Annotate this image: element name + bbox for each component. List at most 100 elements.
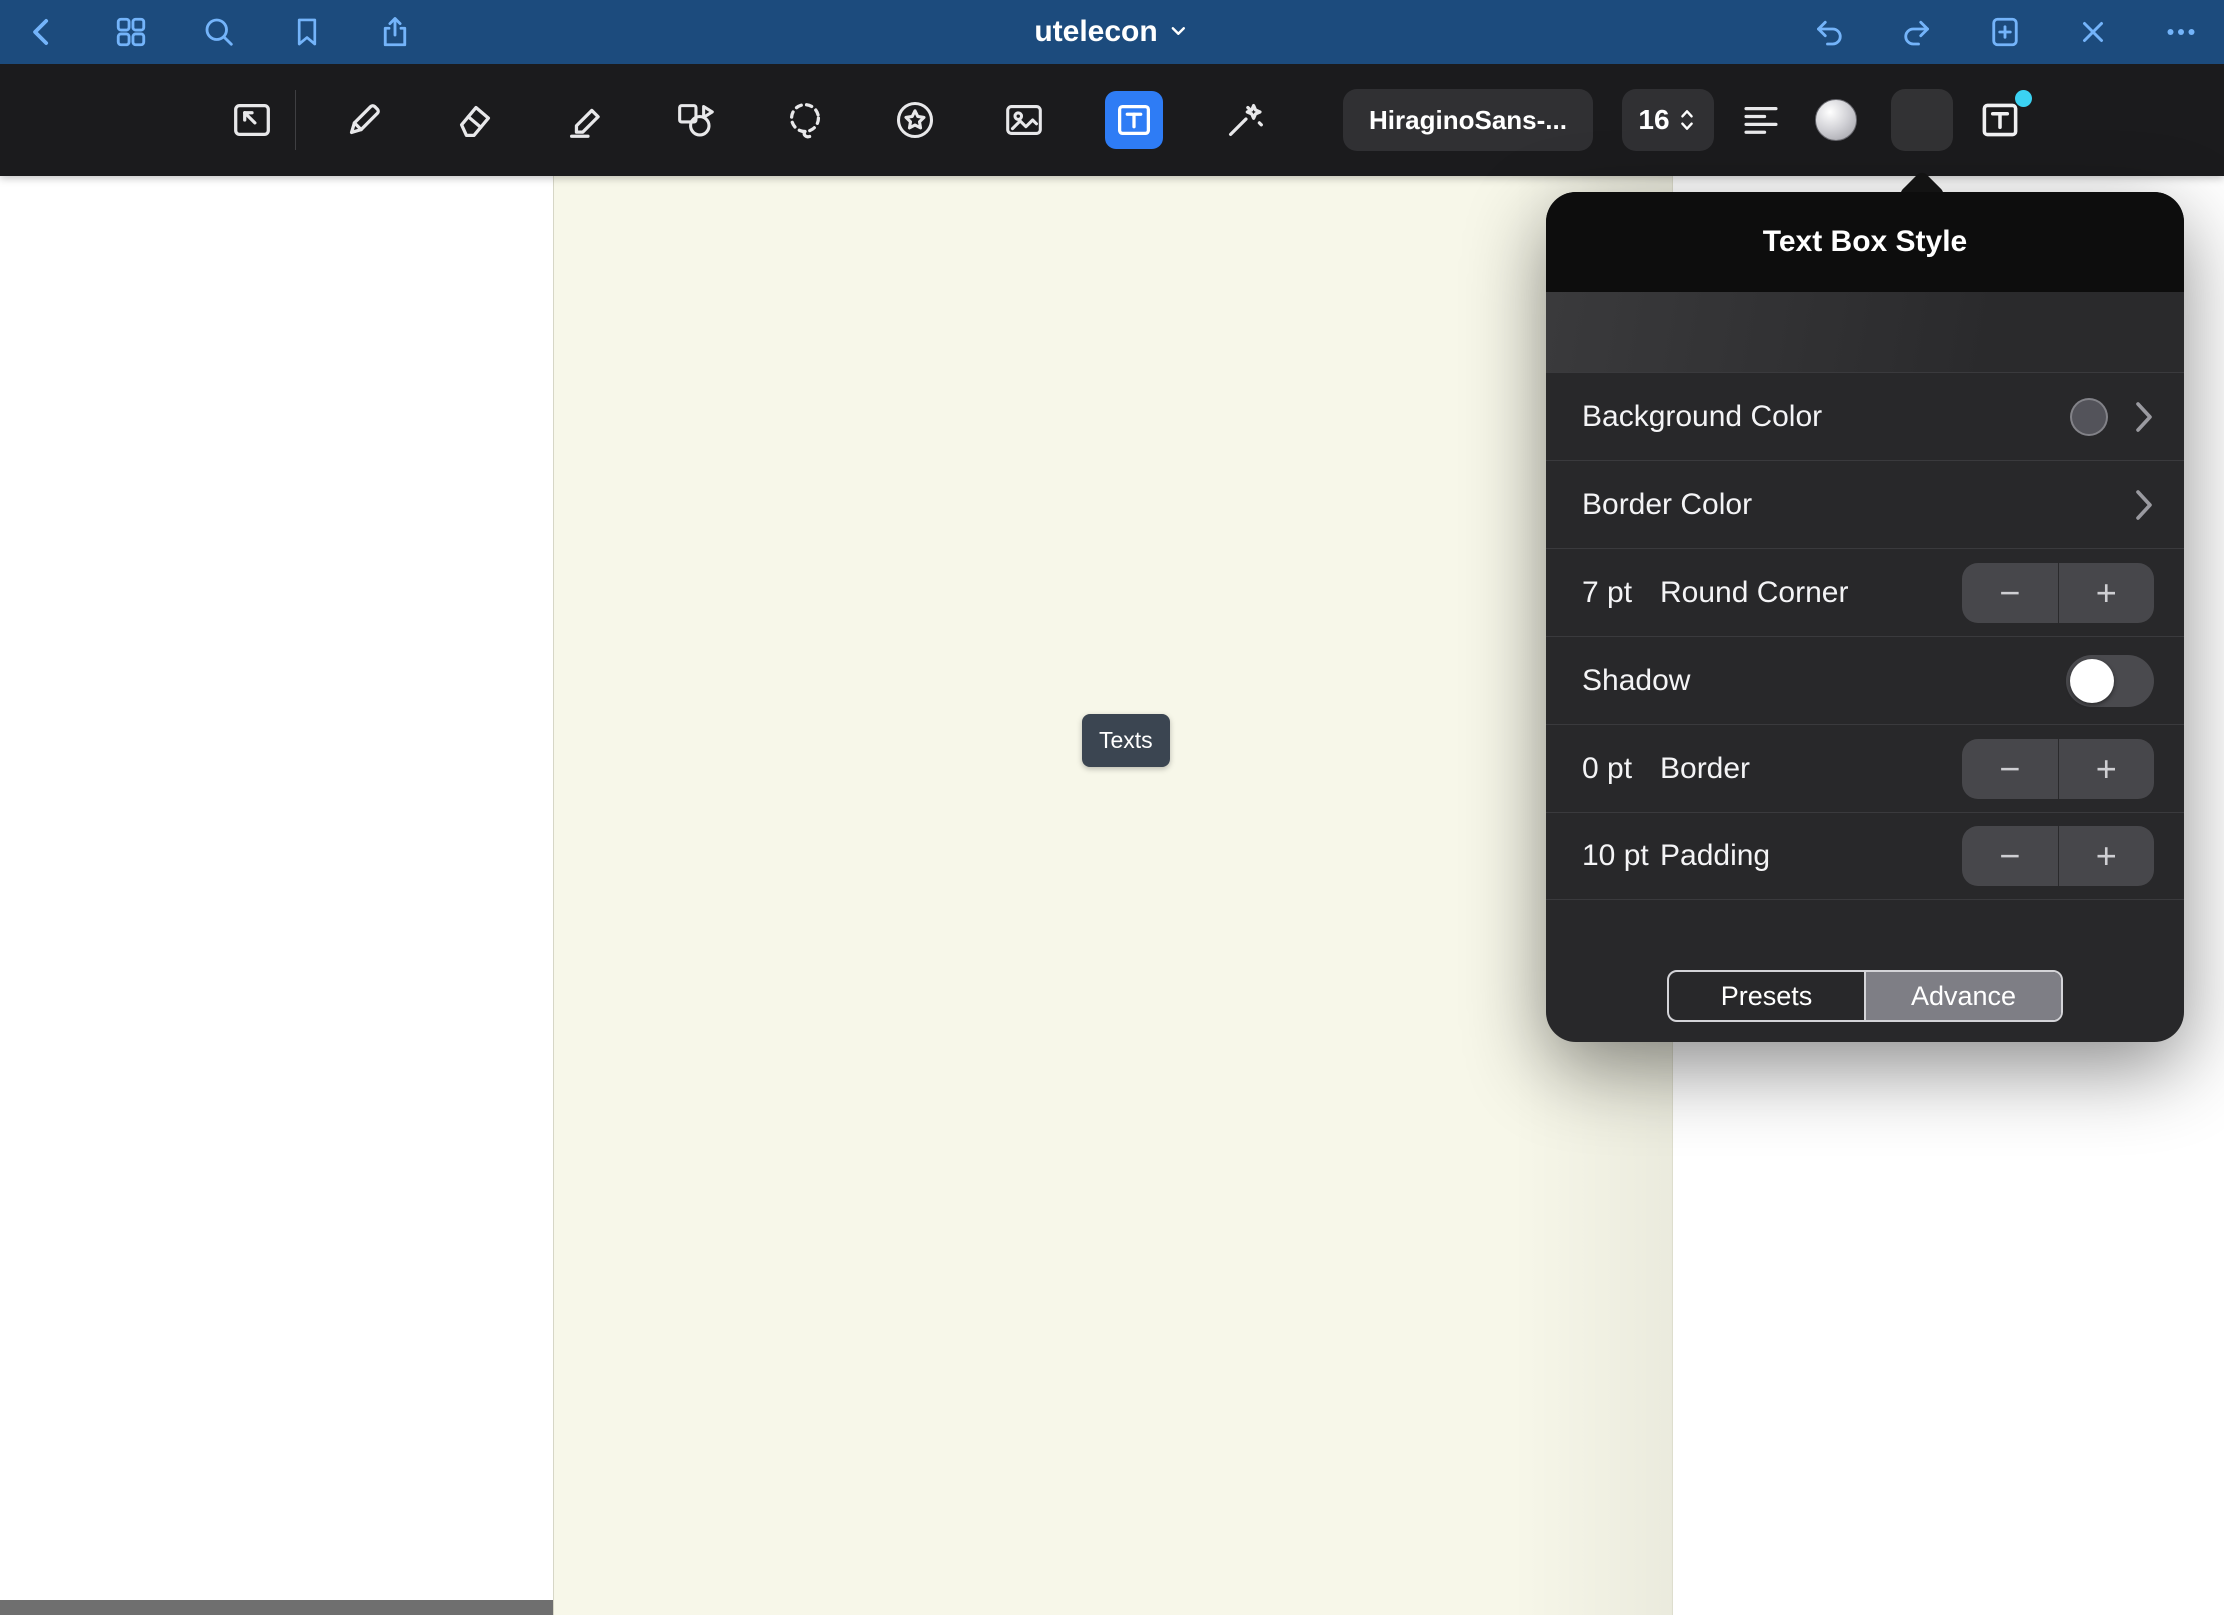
grid-icon [113,14,149,50]
document-title-button[interactable]: utelecon [1028,0,1195,64]
padding-label: Padding [1660,839,1770,873]
shadow-toggle[interactable] [2066,655,2154,707]
laser-pointer-icon [1222,97,1268,143]
laser-pointer-tool-button[interactable] [1222,97,1268,143]
style-preview-strip [1546,292,2184,372]
zoom-window-icon [229,97,275,143]
redo-icon [1899,14,1935,50]
add-page-icon [1987,14,2023,50]
notebook-page[interactable] [553,176,1673,1615]
app-screen: utelecon [0,0,2224,1615]
border-width-decrease-button[interactable]: − [1962,739,2058,799]
align-left-icon [1740,99,1782,141]
canvas-text-object[interactable]: Texts [1082,714,1170,767]
lasso-tool-button[interactable] [782,97,828,143]
row-border-color[interactable]: Border Color [1546,460,2184,548]
border-width-label: Border [1660,752,1750,786]
round-corner-label: Round Corner [1660,576,1848,610]
text-align-button[interactable] [1740,99,1782,141]
tool-bar: HiraginoSans-... 16 [0,64,2224,176]
font-family-button[interactable]: HiraginoSans-... [1343,89,1593,151]
toolbar-divider [295,90,296,150]
background-color-label: Background Color [1582,400,1822,434]
color-swatch-icon [1815,99,1857,141]
tab-presets[interactable]: Presets [1669,972,1864,1020]
shapes-tool-button[interactable] [672,97,718,143]
close-icon [2076,15,2110,49]
row-background-color[interactable]: Background Color [1546,372,2184,460]
row-round-corner: 7 pt Round Corner − + [1546,548,2184,636]
image-tool-button[interactable] [1001,97,1047,143]
presets-advance-segmented-control: Presets Advance [1667,970,2063,1022]
pen-icon [341,97,387,143]
search-icon [201,14,237,50]
highlighter-icon [564,97,610,143]
popover-title: Text Box Style [1763,225,1968,259]
bookmark-icon [290,15,324,49]
padding-value: 10 pt [1582,839,1660,873]
font-family-label: HiraginoSans-... [1369,105,1567,136]
add-page-button[interactable] [1986,13,2024,51]
toggle-knob [2070,659,2114,703]
top-navigation-bar: utelecon [0,0,2224,64]
row-border-width: 0 pt Border − + [1546,724,2184,812]
elements-tool-button[interactable] [892,97,938,143]
image-icon [1001,97,1047,143]
more-button[interactable] [2162,13,2200,51]
lasso-icon [782,97,828,143]
border-width-stepper: − + [1962,739,2154,799]
bookmark-button[interactable] [288,13,326,51]
nav-right-group [1810,0,2200,64]
nav-left-group [24,0,414,64]
padding-increase-button[interactable]: + [2058,826,2155,886]
round-corner-stepper: − + [1962,563,2154,623]
shadow-label: Shadow [1582,664,1690,698]
chevron-down-icon [1168,14,1190,50]
row-shadow: Shadow [1546,636,2184,724]
chevron-left-icon [24,13,62,51]
close-button[interactable] [2074,13,2112,51]
undo-icon [1811,14,1847,50]
back-button[interactable] [24,13,62,51]
text-box-style-button[interactable] [1972,92,2028,148]
zoom-window-tool-button[interactable] [229,97,275,143]
search-button[interactable] [200,13,238,51]
page-gap-strip [0,1600,553,1615]
star-sticker-icon [892,97,938,143]
eraser-tool-button[interactable] [452,97,498,143]
border-width-value: 0 pt [1582,752,1660,786]
active-tool-highlight [1891,89,1953,151]
redo-button[interactable] [1898,13,1936,51]
text-tool-icon [1111,97,1157,143]
round-corner-value: 7 pt [1582,576,1660,610]
border-width-increase-button[interactable]: + [2058,739,2155,799]
highlighter-tool-button[interactable] [564,97,610,143]
background-color-swatch [2070,398,2108,436]
chevron-right-icon [2134,488,2154,522]
thumbnails-button[interactable] [112,13,150,51]
share-button[interactable] [376,13,414,51]
text-tool-button[interactable] [1105,91,1163,149]
eraser-icon [452,97,498,143]
style-badge-dot [2015,90,2032,107]
row-padding: 10 pt Padding − + [1546,812,2184,900]
text-color-button[interactable] [1815,99,1857,141]
pen-tool-button[interactable] [341,97,387,143]
document-title: utelecon [1034,15,1157,49]
font-size-value: 16 [1638,104,1669,136]
stepper-chevrons-icon [1676,105,1698,135]
tab-advance[interactable]: Advance [1864,972,2061,1020]
ellipsis-icon [2163,14,2199,50]
padding-decrease-button[interactable]: − [1962,826,2058,886]
border-color-label: Border Color [1582,488,1752,522]
popover-header: Text Box Style [1546,192,2184,292]
padding-stepper: − + [1962,826,2154,886]
undo-button[interactable] [1810,13,1848,51]
font-size-stepper[interactable]: 16 [1622,89,1714,151]
round-corner-decrease-button[interactable]: − [1962,563,2058,623]
shapes-icon [672,97,718,143]
text-box-style-popover: Text Box Style Background Color Border C… [1546,192,2184,1042]
share-icon [377,14,413,50]
chevron-right-icon [2134,400,2154,434]
round-corner-increase-button[interactable]: + [2058,563,2155,623]
